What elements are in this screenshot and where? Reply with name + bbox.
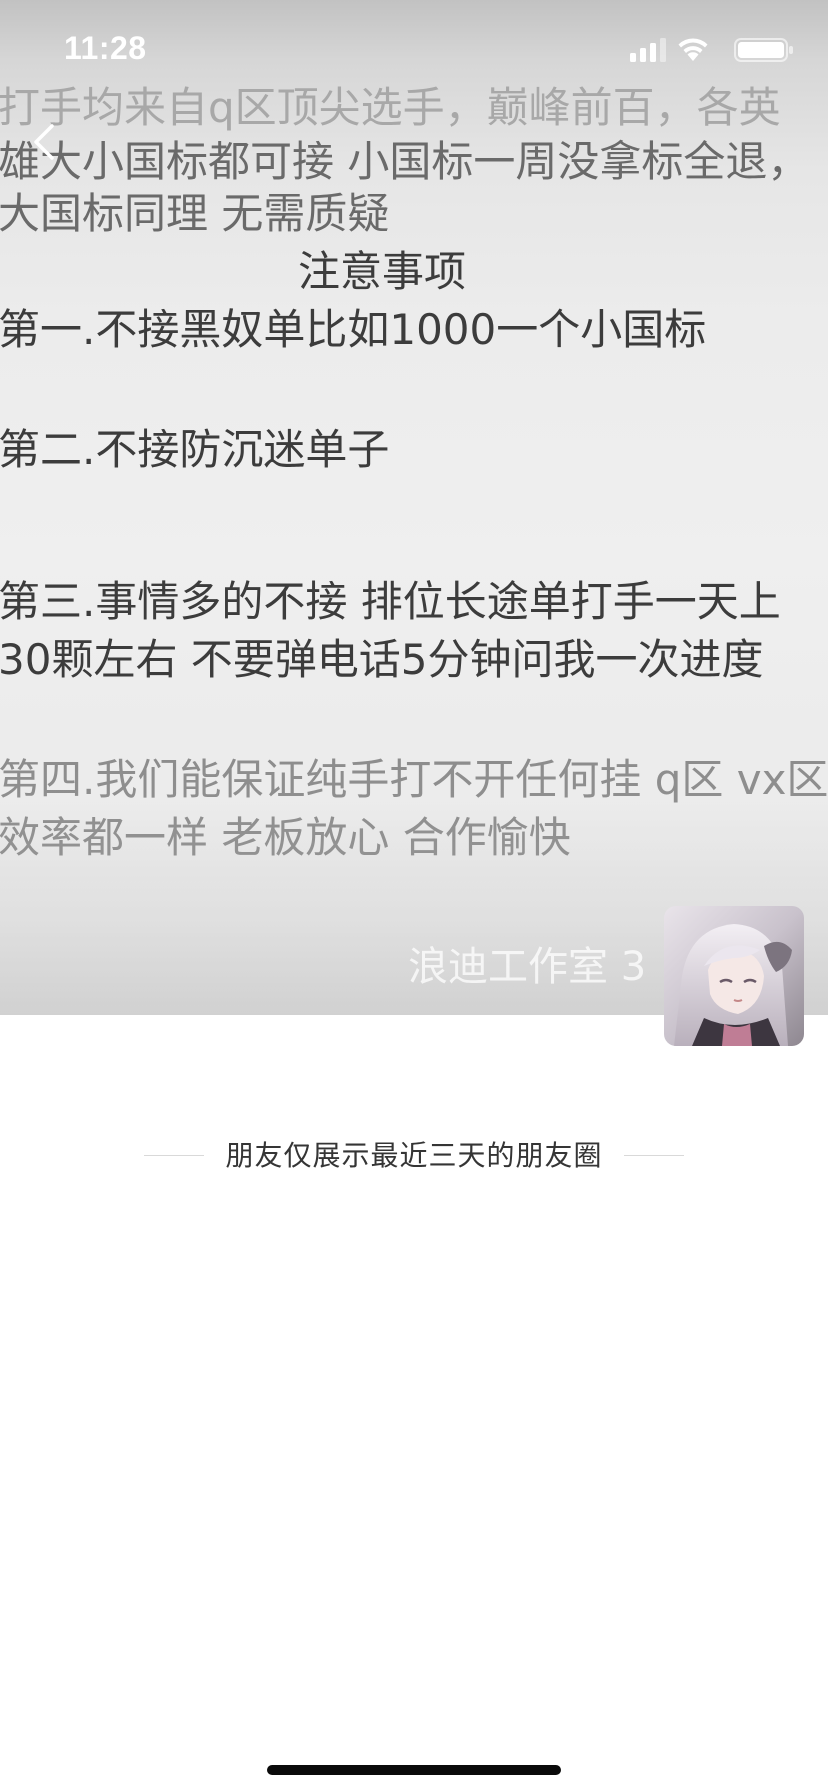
cover-text-line: 第二.不接防沉迷单子 xyxy=(0,425,390,474)
cover-text-line: 大国标同理 无需质疑 xyxy=(0,189,390,238)
status-icons xyxy=(624,36,794,64)
cover-text-heading: 注意事项 xyxy=(298,247,467,296)
cover-text-line: 第四.我们能保证纯手打不开任何挂 q区 vx区 xyxy=(0,755,828,804)
cover-text-line: 雄大小国标都可接 小国标一周没拿标全退， xyxy=(0,137,810,186)
status-bar: 11:28 xyxy=(0,0,828,100)
cover-text-line: 第三.事情多的不接 排位长途单打手一天上 xyxy=(0,577,781,626)
back-button[interactable] xyxy=(24,118,68,166)
moments-profile-screen: 打手均来自q区顶尖选手，巅峰前百，各英 雄大小国标都可接 小国标一周没拿标全退，… xyxy=(0,0,828,1792)
cover-image[interactable]: 打手均来自q区顶尖选手，巅峰前百，各英 雄大小国标都可接 小国标一周没拿标全退，… xyxy=(0,0,828,1015)
signal-icon xyxy=(630,38,666,62)
wifi-icon xyxy=(678,38,708,61)
home-indicator[interactable] xyxy=(267,1765,561,1775)
cover-text-line: 效率都一样 老板放心 合作愉快 xyxy=(0,813,571,862)
recent-moments-notice: 朋友仅展示最近三天的朋友圈 xyxy=(0,1136,828,1176)
status-time: 11:28 xyxy=(64,30,147,66)
divider-line xyxy=(624,1155,684,1156)
recent-moments-text: 朋友仅展示最近三天的朋友圈 xyxy=(225,1139,603,1172)
avatar[interactable] xyxy=(664,906,804,1046)
cover-text-line: 第一.不接黑奴单比如1000一个小国标 xyxy=(0,305,707,354)
battery-icon xyxy=(734,38,793,62)
watermark-text: 浪迪工作室 3 xyxy=(408,944,647,990)
divider-line xyxy=(144,1155,204,1156)
chevron-left-icon xyxy=(34,124,54,160)
cover-text-line: 30颗左右 不要弹电话5分钟问我一次进度 xyxy=(0,635,764,684)
avatar-image xyxy=(664,906,804,1046)
